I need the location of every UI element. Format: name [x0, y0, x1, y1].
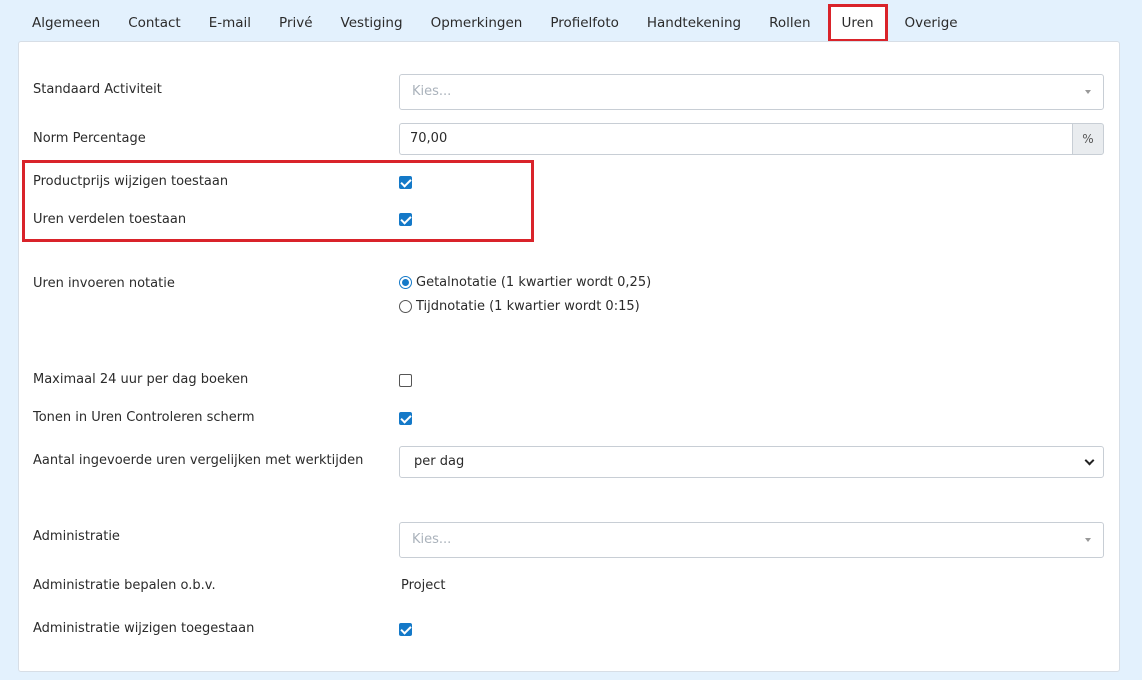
standaard-activiteit-placeholder: Kies... — [412, 84, 452, 99]
tab-algemeen[interactable]: Algemeen — [18, 4, 114, 42]
tonen-controleren-checkbox[interactable] — [399, 412, 412, 425]
tab-overige[interactable]: Overige — [891, 4, 972, 42]
tab-handtekening[interactable]: Handtekening — [633, 4, 755, 42]
max24-label: Maximaal 24 uur per dag boeken — [33, 372, 249, 387]
tab-uren[interactable]: Uren — [827, 4, 888, 42]
productprijs-checkbox[interactable] — [399, 176, 412, 189]
administratie-label: Administratie — [33, 529, 120, 544]
administratie-placeholder: Kies... — [412, 532, 452, 547]
tab-prive[interactable]: Privé — [265, 4, 327, 42]
administratie-wijzigen-label: Administratie wijzigen toegestaan — [33, 621, 255, 636]
caret-down-icon — [1085, 90, 1091, 94]
getalnotatie-label: Getalnotatie (1 kwartier wordt 0,25) — [416, 275, 652, 290]
tab-email[interactable]: E-mail — [195, 4, 265, 42]
norm-percentage-input[interactable]: 70,00 — [399, 123, 1072, 155]
tab-bar: Algemeen Contact E-mail Privé Vestiging … — [18, 4, 972, 42]
uren-settings-panel: Standaard Activiteit Kies... Norm Percen… — [18, 41, 1120, 672]
highlight-box — [22, 160, 534, 242]
standaard-activiteit-label: Standaard Activiteit — [33, 82, 162, 97]
tab-vestiging[interactable]: Vestiging — [327, 4, 417, 42]
uren-verdelen-label: Uren verdelen toestaan — [33, 212, 187, 227]
vergelijken-value: per dag — [414, 454, 465, 469]
chevron-down-icon — [1084, 455, 1095, 466]
administratie-select[interactable]: Kies... — [399, 522, 1104, 558]
vergelijken-label: Aantal ingevoerde uren vergelijken met w… — [33, 453, 364, 468]
tijdnotatie-radio[interactable] — [399, 300, 412, 313]
standaard-activiteit-select[interactable]: Kies... — [399, 74, 1104, 110]
uren-verdelen-checkbox[interactable] — [399, 213, 412, 226]
notatie-label: Uren invoeren notatie — [33, 276, 175, 291]
max24-checkbox[interactable] — [399, 374, 412, 387]
tab-rollen[interactable]: Rollen — [755, 4, 824, 42]
tab-opmerkingen[interactable]: Opmerkingen — [417, 4, 537, 42]
getalnotatie-radio[interactable] — [399, 276, 412, 289]
administratie-obv-label: Administratie bepalen o.b.v. — [33, 578, 216, 593]
productprijs-label: Productprijs wijzigen toestaan — [33, 174, 229, 189]
tijdnotatie-option[interactable]: Tijdnotatie (1 kwartier wordt 0:15) — [399, 299, 640, 314]
administratie-obv-value: Project — [401, 578, 446, 593]
vergelijken-select[interactable]: per dag — [399, 446, 1104, 478]
getalnotatie-option[interactable]: Getalnotatie (1 kwartier wordt 0,25) — [399, 275, 651, 290]
tonen-controleren-label: Tonen in Uren Controleren scherm — [33, 410, 255, 425]
percent-addon: % — [1072, 123, 1104, 155]
tijdnotatie-label: Tijdnotatie (1 kwartier wordt 0:15) — [416, 299, 640, 314]
tab-profielfoto[interactable]: Profielfoto — [536, 4, 633, 42]
administratie-wijzigen-checkbox[interactable] — [399, 623, 412, 636]
caret-down-icon — [1085, 538, 1091, 542]
norm-percentage-group: 70,00 % — [399, 123, 1104, 155]
tab-contact[interactable]: Contact — [114, 4, 195, 42]
norm-percentage-label: Norm Percentage — [33, 131, 146, 146]
